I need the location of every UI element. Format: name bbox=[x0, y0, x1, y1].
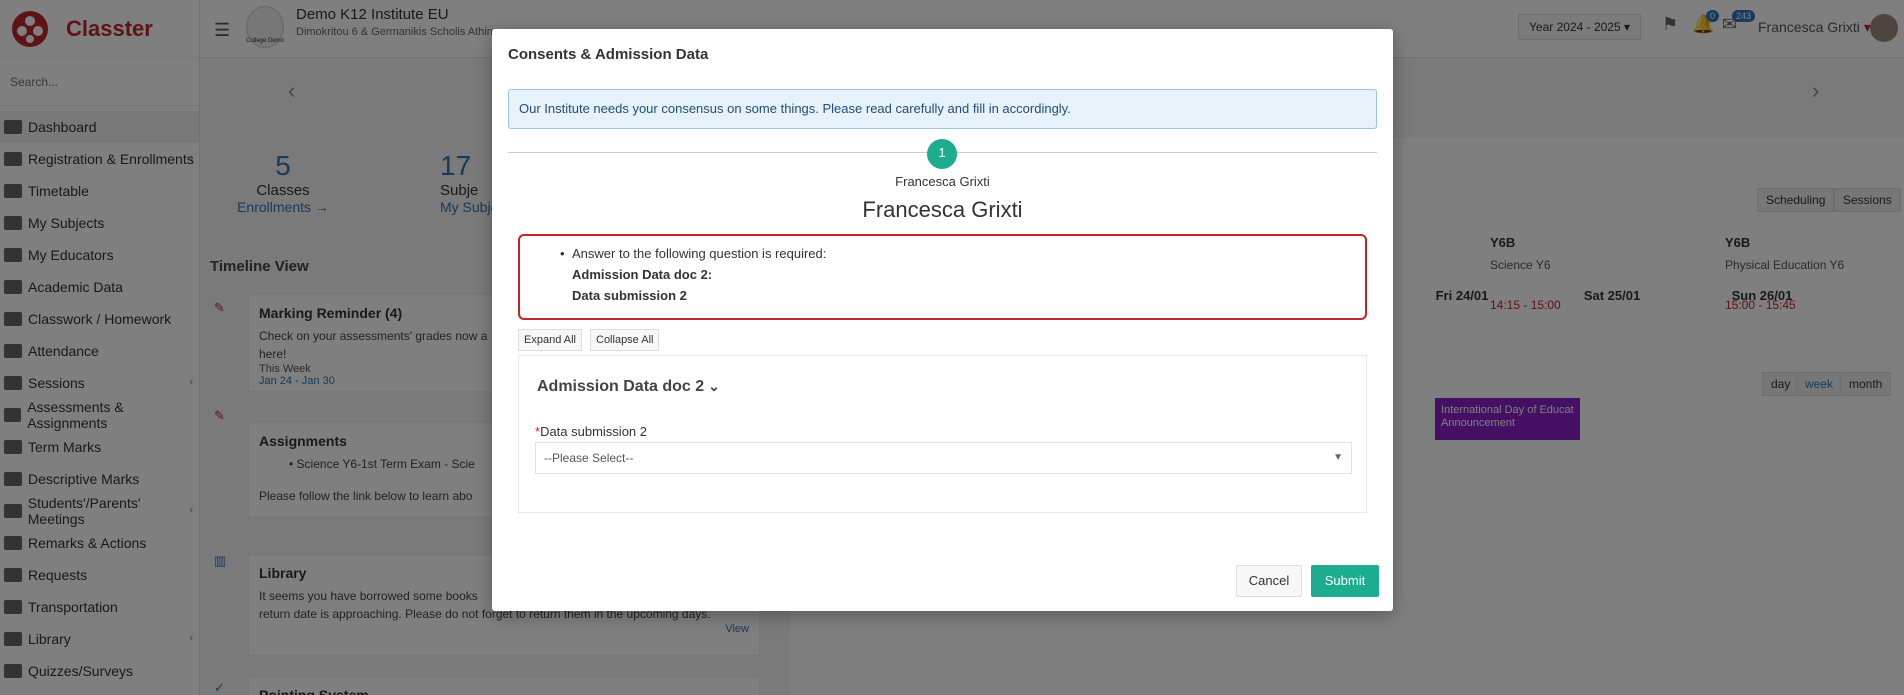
chevron-down-icon: ⌄ bbox=[708, 378, 720, 394]
step-indicator[interactable]: 1 bbox=[927, 139, 957, 169]
error-doc: Admission Data doc 2: bbox=[572, 267, 713, 282]
caret-down-icon: ▼ bbox=[1333, 452, 1343, 463]
submit-button[interactable]: Submit bbox=[1311, 565, 1379, 597]
admission-doc-panel: Admission Data doc 2 ⌄ *Data submission 2… bbox=[518, 355, 1367, 513]
modal-title: Consents & Admission Data bbox=[508, 46, 709, 63]
expand-all-button[interactable]: Expand All bbox=[518, 329, 582, 351]
collapse-all-button[interactable]: Collapse All bbox=[590, 329, 660, 351]
field-label-text: Data submission 2 bbox=[540, 424, 648, 439]
info-alert: Our Institute needs your consensus on so… bbox=[508, 89, 1377, 129]
consents-modal: Consents & Admission Data Our Institute … bbox=[492, 29, 1393, 611]
step-label: Francesca Grixti bbox=[895, 174, 990, 189]
doc-title-toggle[interactable]: Admission Data doc 2 ⌄ bbox=[537, 378, 720, 396]
cancel-button[interactable]: Cancel bbox=[1236, 565, 1302, 597]
error-field: Data submission 2 bbox=[572, 288, 687, 303]
data-submission-select[interactable]: --Please Select-- ▼ bbox=[535, 442, 1352, 474]
field-label: *Data submission 2 bbox=[535, 424, 647, 439]
validation-error: Answer to the following question is requ… bbox=[518, 234, 1367, 320]
step-heading: Francesca Grixti bbox=[862, 197, 1023, 222]
doc-title: Admission Data doc 2 bbox=[537, 378, 705, 395]
error-message: Answer to the following question is requ… bbox=[560, 246, 1365, 261]
select-value: --Please Select-- bbox=[544, 451, 634, 465]
